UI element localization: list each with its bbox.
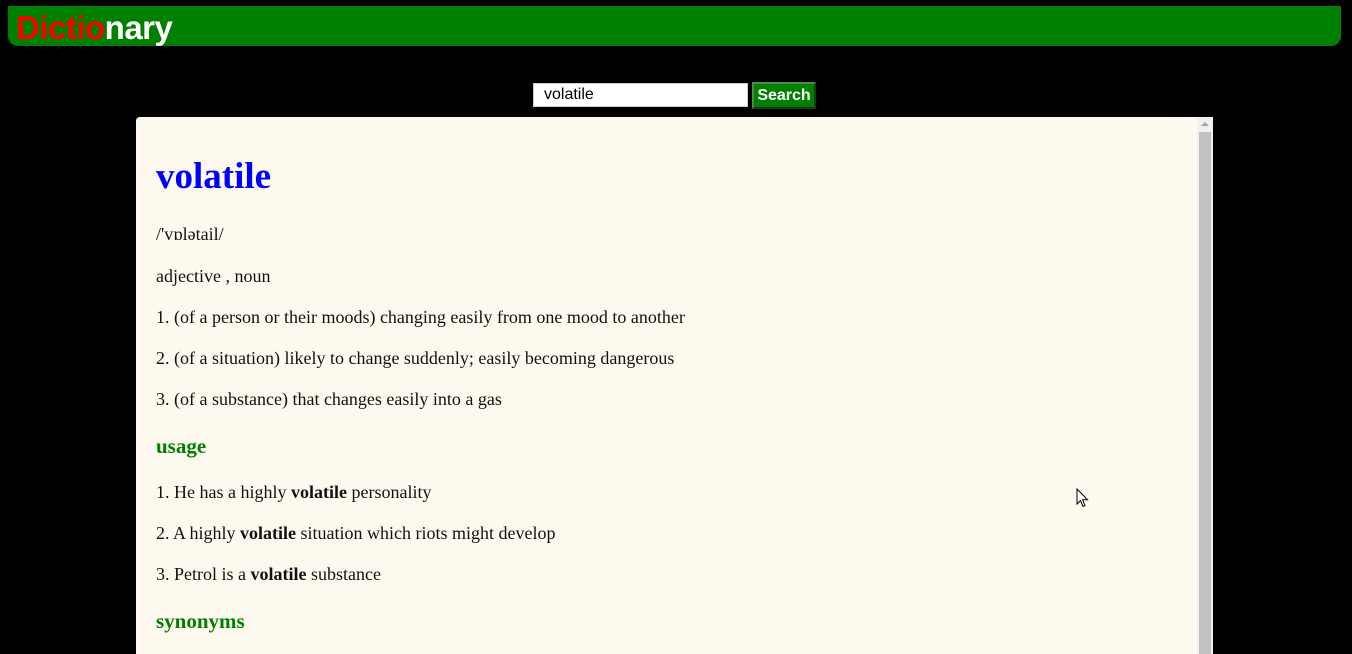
definition-panel: volatile /'vɒlətail/ adjective , noun 1.… [136,117,1213,654]
app-header: Dictionary [8,6,1341,46]
usage-highlight: volatile [290,482,347,502]
usage-text: situation which riots might develop [296,523,556,543]
vertical-scrollbar[interactable] [1197,117,1213,654]
mouse-pointer-icon [1076,488,1089,508]
usage-text: 2. A highly [156,523,241,543]
chevron-up-icon [1201,122,1209,126]
usage-highlight: volatile [240,523,297,543]
entry-word: volatile [156,156,272,197]
usage-heading: usage [156,434,207,458]
usage-text: personality [346,482,432,502]
usage-text: 3. Petrol is a [156,564,251,584]
usage-item: 2. A highly volatile situation which rio… [156,522,556,544]
usage-item: 3. Petrol is a volatile substance [156,563,381,585]
part-of-speech: adjective , noun [156,266,271,286]
synonyms-heading: synonyms [156,609,245,633]
scroll-thumb[interactable] [1199,132,1211,654]
logo-part-red: Dictio [16,9,105,46]
definition-item: 1. (of a person or their moods) changing… [156,307,685,327]
definition-item: 2. (of a situation) likely to change sud… [156,348,675,368]
usage-highlight: volatile [250,564,307,584]
pronunciation: /'vɒlətail/ [156,224,224,244]
usage-item: 1. He has a highly volatile personality [156,481,431,503]
usage-text: substance [306,564,381,584]
scroll-up-button[interactable] [1197,117,1213,131]
logo-part-white: nary [104,9,173,46]
usage-text: 1. He has a highly [156,482,291,502]
search-button[interactable]: Search [752,82,816,109]
definition-item: 3. (of a substance) that changes easily … [156,389,502,409]
search-input[interactable] [533,83,748,107]
app-logo[interactable]: Dictionary [16,9,173,46]
